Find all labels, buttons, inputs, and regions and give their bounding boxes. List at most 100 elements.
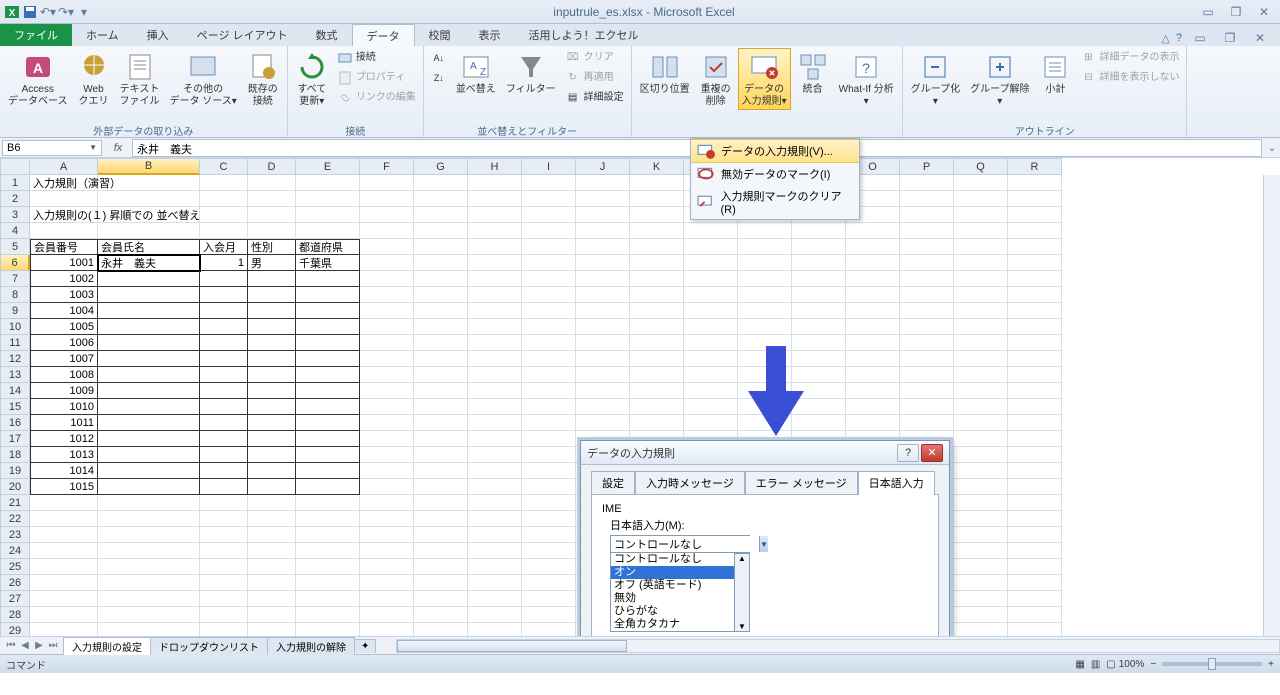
cell[interactable] [248,431,296,447]
col-header-H[interactable]: H [468,158,522,175]
cell[interactable] [30,559,98,575]
cell[interactable] [468,351,522,367]
cell[interactable] [900,255,954,271]
col-header-R[interactable]: R [1008,158,1062,175]
cell[interactable] [414,415,468,431]
cell[interactable] [98,527,200,543]
cell[interactable] [1008,191,1062,207]
cell[interactable] [200,623,248,636]
btn-from-access[interactable]: AAccess データベース [4,48,72,110]
cell[interactable] [522,191,576,207]
cell[interactable] [468,367,522,383]
cell[interactable] [954,351,1008,367]
cell[interactable] [468,511,522,527]
cell[interactable] [414,351,468,367]
cell[interactable] [248,575,296,591]
cell[interactable] [98,351,200,367]
cell[interactable] [200,431,248,447]
cell[interactable] [1008,303,1062,319]
cell[interactable] [468,207,522,223]
cell[interactable] [522,239,576,255]
cell[interactable] [630,175,684,191]
btn-from-text[interactable]: テキスト ファイル [116,48,164,110]
ime-option[interactable]: 無効 [611,592,734,605]
cell[interactable]: 1002 [30,271,98,287]
cell[interactable]: 1012 [30,431,98,447]
col-header-D[interactable]: D [248,158,296,175]
row-header-11[interactable]: 11 [0,335,30,351]
cell[interactable] [468,463,522,479]
cell[interactable] [414,527,468,543]
cell[interactable] [954,367,1008,383]
cell[interactable] [360,223,414,239]
cell[interactable] [360,287,414,303]
cell[interactable] [846,223,900,239]
cell[interactable] [954,255,1008,271]
cell[interactable] [98,175,200,191]
cell[interactable] [360,415,414,431]
cell[interactable] [468,495,522,511]
cell[interactable] [522,527,576,543]
cell[interactable] [248,607,296,623]
cell[interactable] [954,383,1008,399]
cell[interactable] [954,207,1008,223]
row-header-12[interactable]: 12 [0,351,30,367]
btn-filter[interactable]: フィルター [502,48,560,99]
cell[interactable] [296,271,360,287]
btn-connections[interactable]: 接続 [334,48,419,68]
cell[interactable] [954,431,1008,447]
cell[interactable] [468,175,522,191]
cell[interactable] [630,415,684,431]
cell[interactable] [468,335,522,351]
cell[interactable] [98,495,200,511]
cell[interactable] [248,207,296,223]
row-header-29[interactable]: 29 [0,623,30,636]
cell[interactable] [846,383,900,399]
cell[interactable] [468,271,522,287]
cell[interactable] [296,175,360,191]
zoom-slider[interactable] [1162,662,1262,666]
cell[interactable] [522,175,576,191]
cell[interactable] [296,319,360,335]
cell[interactable] [630,367,684,383]
cell[interactable] [630,239,684,255]
btn-subtotal[interactable]: 小計 [1035,48,1075,99]
cell[interactable] [98,303,200,319]
col-header-P[interactable]: P [900,158,954,175]
cell[interactable] [738,319,792,335]
cell[interactable] [846,367,900,383]
cell[interactable] [954,239,1008,255]
cell[interactable] [738,223,792,239]
cell[interactable] [522,319,576,335]
cell[interactable] [200,383,248,399]
cell[interactable] [200,415,248,431]
cell[interactable] [522,415,576,431]
col-header-Q[interactable]: Q [954,158,1008,175]
ime-option[interactable]: オフ (英語モード) [611,579,734,592]
cell[interactable] [360,543,414,559]
btn-refresh-all[interactable]: すべて 更新▾ [292,48,332,110]
tab-review[interactable]: 校閲 [415,24,465,46]
cell[interactable] [684,239,738,255]
cell[interactable] [522,271,576,287]
cell[interactable]: 1014 [30,463,98,479]
cell[interactable] [414,575,468,591]
undo-icon[interactable]: ↶▾ [40,4,56,20]
cell[interactable] [846,303,900,319]
cell[interactable] [414,479,468,495]
cell[interactable] [248,399,296,415]
cell[interactable] [1008,463,1062,479]
cell[interactable] [360,575,414,591]
cell[interactable] [846,271,900,287]
cell[interactable] [954,543,1008,559]
row-header-13[interactable]: 13 [0,367,30,383]
sheet-tab-1[interactable]: 入力規則の設定 [63,637,151,655]
cell[interactable] [468,623,522,636]
cell[interactable] [98,479,200,495]
cell[interactable] [360,367,414,383]
cell[interactable] [468,447,522,463]
cell[interactable] [414,223,468,239]
cell[interactable] [200,367,248,383]
row-header-2[interactable]: 2 [0,191,30,207]
cell[interactable] [414,303,468,319]
